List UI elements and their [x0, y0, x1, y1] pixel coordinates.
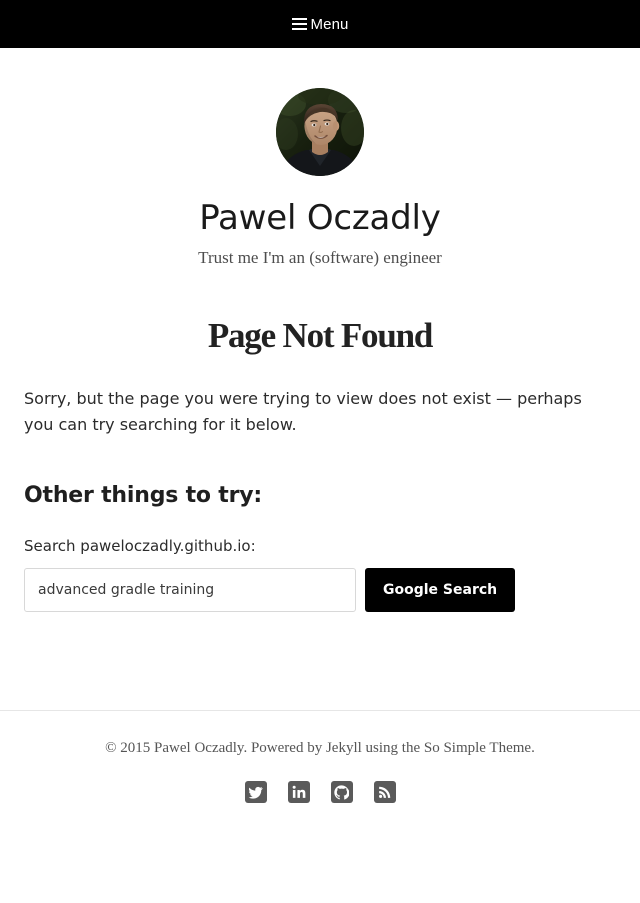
search-input[interactable]	[24, 567, 356, 612]
search-row: Google Search	[24, 567, 616, 612]
page-title: Page Not Found	[207, 316, 434, 356]
site-tagline: Trust me I'm an (software) engineer	[198, 248, 442, 268]
google-search-form: Search paweloczadly.github.io: Google Se…	[24, 537, 616, 612]
social-link-linkedin[interactable]	[287, 781, 310, 803]
google-search-button[interactable]: Google Search	[365, 567, 516, 612]
menu-toggle-label: Menu	[310, 15, 349, 33]
main-content: Page Not Found Sorry, but the page you w…	[0, 318, 640, 612]
avatar[interactable]	[276, 88, 364, 176]
avatar-photo	[276, 88, 364, 176]
masthead: Pawel Oczadly Trust me I'm an (software)…	[0, 48, 640, 268]
twitter-icon	[248, 786, 263, 799]
page-root: Menu Pawel Oczadly Trust me I'm an (soft…	[0, 0, 640, 903]
site-title: Pawel Oczadly	[199, 198, 441, 238]
social-links	[0, 781, 640, 803]
site-footer: © 2015 Pawel Oczadly. Powered by Jekyll …	[0, 711, 640, 803]
social-link-github[interactable]	[330, 781, 353, 803]
menu-toggle-button[interactable]: Menu	[291, 15, 349, 33]
section-heading-other-things: Other things to try:	[24, 482, 262, 508]
social-link-twitter[interactable]	[244, 781, 267, 803]
rss-icon	[378, 786, 390, 798]
hamburger-icon	[291, 15, 307, 33]
github-icon	[334, 784, 349, 799]
copyright-text: © 2015 Pawel Oczadly. Powered by Jekyll …	[105, 740, 535, 756]
top-navigation-bar: Menu	[0, 0, 640, 48]
error-description: Sorry, but the page you were trying to v…	[24, 389, 582, 435]
search-label: Search paweloczadly.github.io:	[24, 536, 256, 555]
social-link-rss[interactable]	[373, 781, 396, 803]
linkedin-icon	[292, 785, 305, 798]
